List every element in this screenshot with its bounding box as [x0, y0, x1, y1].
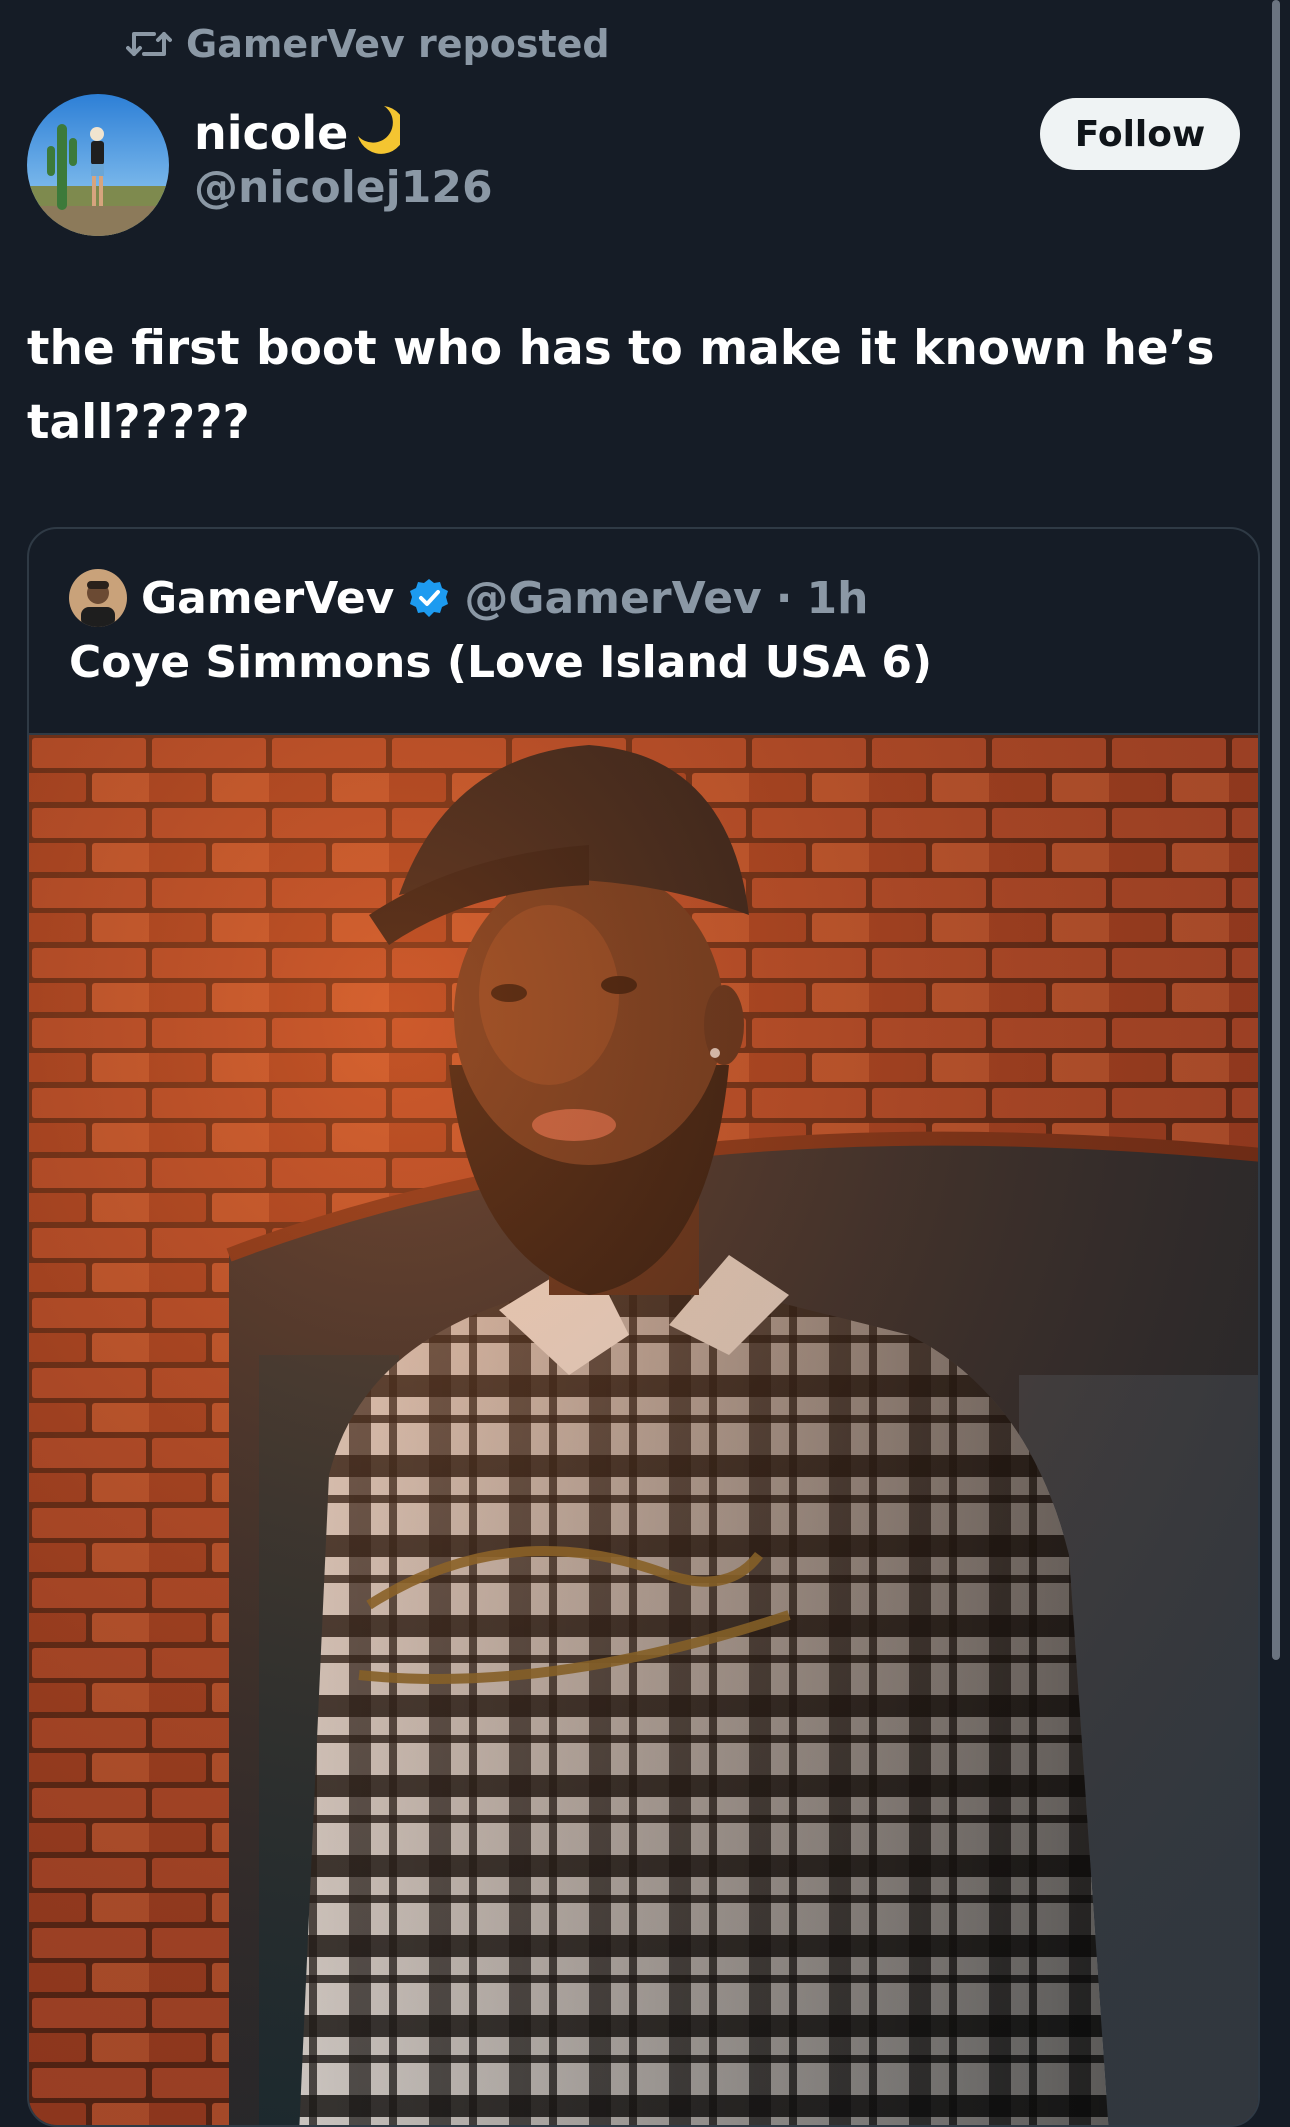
quoted-post-image[interactable]: [29, 733, 1258, 2125]
scrollbar[interactable]: [1272, 0, 1280, 1660]
quoted-author-handle[interactable]: @GamerVev: [464, 573, 761, 624]
author-avatar[interactable]: [27, 94, 169, 236]
author-handle[interactable]: @nicolej126: [194, 162, 493, 213]
repost-icon: [126, 24, 172, 64]
author-info: nicole @nicolej126: [194, 102, 493, 213]
post-text: the first boot who has to make it known …: [27, 321, 1215, 450]
separator-dot: ·: [775, 572, 793, 624]
quoted-author-name[interactable]: GamerVev: [141, 573, 394, 624]
verified-badge-icon: [408, 577, 450, 619]
quoted-post-text: Coye Simmons (Love Island USA 6): [69, 637, 933, 688]
repost-indicator[interactable]: GamerVev reposted: [126, 18, 610, 70]
repost-label: GamerVev reposted: [186, 22, 610, 66]
post-time[interactable]: 1h: [806, 573, 868, 624]
moon-emoji: [354, 102, 406, 165]
quoted-author-avatar[interactable]: [69, 569, 127, 627]
quoted-post-header: GamerVev @GamerVev · 1h: [69, 567, 868, 629]
follow-button[interactable]: Follow: [1040, 98, 1240, 170]
quoted-post[interactable]: GamerVev @GamerVev · 1h Coye Simmons (Lo…: [27, 527, 1260, 2127]
author-display-name[interactable]: nicole: [194, 102, 493, 164]
